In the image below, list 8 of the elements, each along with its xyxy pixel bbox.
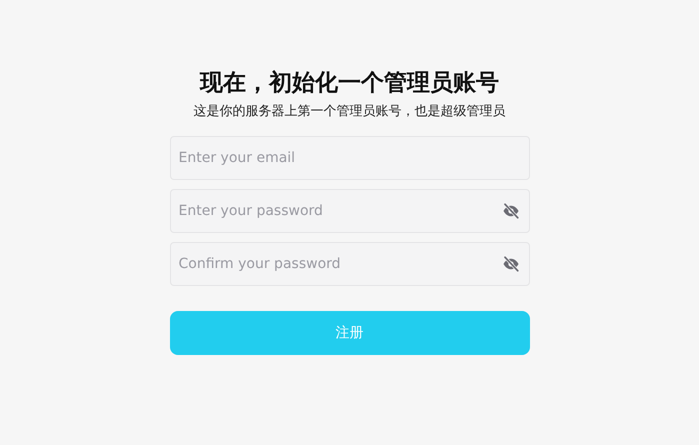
page-title: 现在，初始化一个管理员账号: [198, 69, 500, 98]
input-field[interactable]: Enter your password: [170, 189, 530, 233]
input-field[interactable]: Enter your email: [170, 136, 530, 180]
page-subtitle: 这是你的服务器上第一个管理员账号，也是超级管理员: [192, 103, 506, 121]
input-field[interactable]: Confirm your password: [170, 242, 530, 286]
eye-slash-icon[interactable]: [502, 255, 520, 273]
eye-slash-icon[interactable]: [502, 202, 520, 220]
register-button[interactable]: 注册: [170, 311, 530, 355]
